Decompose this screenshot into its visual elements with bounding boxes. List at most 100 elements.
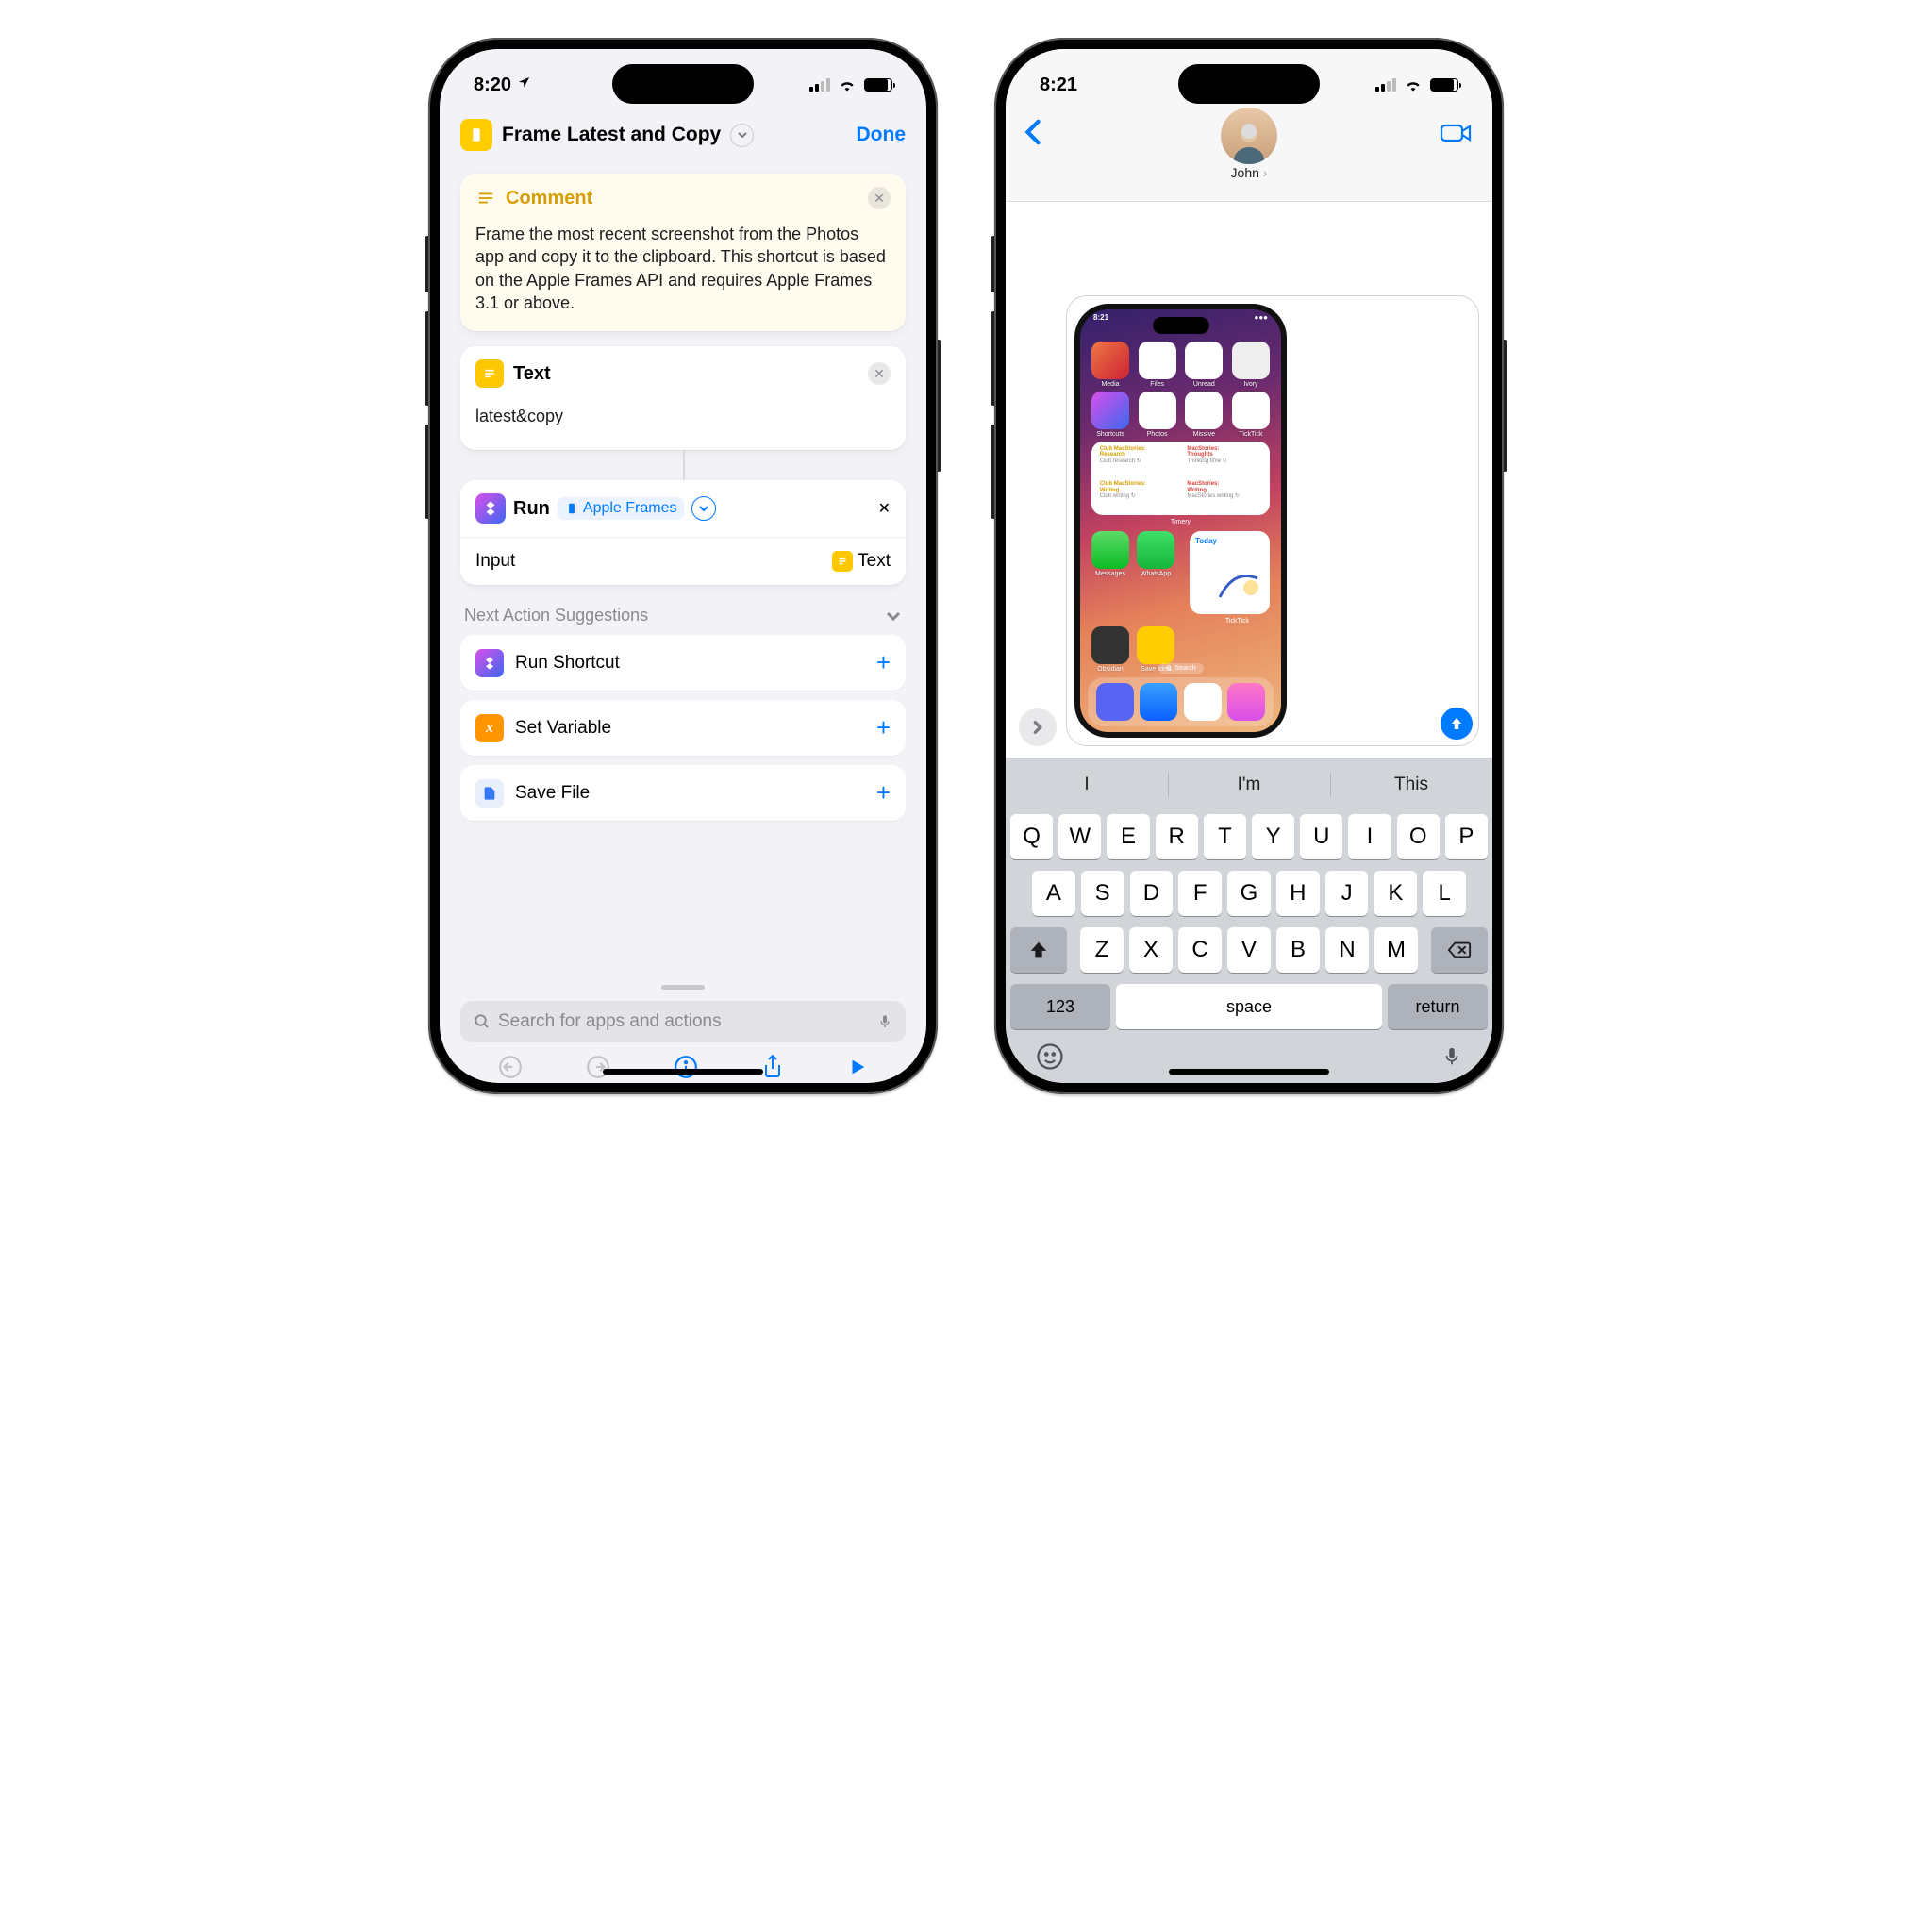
compose-field[interactable]: 8:21●●● MediaFilesUnreadIvory ShortcutsP…	[1066, 295, 1479, 746]
quicktype-bar[interactable]: I I'm This	[1006, 761, 1492, 808]
key-k[interactable]: K	[1374, 871, 1417, 916]
run-shortcut-action[interactable]: Run Apple Frames ✕ Input	[460, 480, 906, 585]
expand-action-button[interactable]	[691, 496, 716, 521]
search-icon	[474, 1013, 491, 1030]
app-media: Media	[1091, 342, 1129, 388]
add-suggestion-button[interactable]: +	[876, 778, 891, 808]
text-action[interactable]: Text ✕ latest&copy	[460, 346, 906, 450]
shortcut-actions-list[interactable]: Comment ✕ Frame the most recent screensh…	[440, 162, 926, 975]
shift-key[interactable]	[1010, 927, 1067, 973]
back-button[interactable]	[1024, 111, 1041, 153]
facetime-button[interactable]	[1440, 111, 1474, 150]
suggestion-save-file[interactable]: Save File +	[460, 765, 906, 821]
key-g[interactable]: G	[1227, 871, 1271, 916]
run-button[interactable]	[847, 1056, 868, 1083]
backspace-key[interactable]	[1431, 927, 1488, 973]
key-e[interactable]: E	[1107, 814, 1149, 859]
suggestion-set-variable[interactable]: x Set Variable +	[460, 700, 906, 756]
prediction[interactable]: This	[1330, 761, 1492, 808]
suggestion-label: Run Shortcut	[515, 653, 620, 674]
keyboard[interactable]: I I'm This QWERTYUIOP ASDFGHJKL ZXCVBNM …	[1006, 758, 1492, 1083]
app-obsidian: Obsidian	[1091, 626, 1129, 673]
prediction[interactable]: I'm	[1168, 761, 1330, 808]
key-c[interactable]: C	[1178, 927, 1222, 973]
text-header: Text	[513, 363, 551, 385]
shortcut-title[interactable]: Frame Latest and Copy	[502, 124, 721, 146]
prediction[interactable]: I	[1006, 761, 1168, 808]
phone-left: 8:20 Frame Latest and Copy Done	[428, 38, 938, 1094]
sheet-handle[interactable]	[661, 985, 705, 990]
apps-drawer-button[interactable]	[1019, 708, 1057, 746]
key-l[interactable]: L	[1423, 871, 1466, 916]
dynamic-island	[612, 64, 754, 104]
suggestion-label: Save File	[515, 783, 590, 804]
key-t[interactable]: T	[1204, 814, 1246, 859]
add-suggestion-button[interactable]: +	[876, 648, 891, 677]
home-indicator[interactable]	[1169, 1069, 1329, 1075]
comment-body: Frame the most recent screenshot from th…	[460, 223, 906, 331]
app-messages: Messages	[1091, 531, 1129, 614]
input-label: Input	[475, 551, 515, 572]
editor-toolbar	[440, 1042, 926, 1083]
key-u[interactable]: U	[1300, 814, 1342, 859]
share-button[interactable]	[761, 1054, 784, 1084]
key-p[interactable]: P	[1445, 814, 1488, 859]
return-key[interactable]: return	[1388, 984, 1488, 1029]
suggestion-run-shortcut[interactable]: Run Shortcut +	[460, 635, 906, 691]
contact-header[interactable]: John	[1221, 108, 1277, 180]
key-v[interactable]: V	[1227, 927, 1271, 973]
key-b[interactable]: B	[1276, 927, 1320, 973]
space-key[interactable]: space	[1116, 984, 1382, 1029]
key-o[interactable]: O	[1397, 814, 1440, 859]
key-w[interactable]: W	[1058, 814, 1101, 859]
mic-icon[interactable]	[877, 1012, 892, 1031]
key-i[interactable]: I	[1348, 814, 1391, 859]
delete-action-button[interactable]: ✕	[868, 362, 891, 385]
undo-button[interactable]	[498, 1055, 523, 1084]
app-missive: Missive	[1185, 392, 1223, 438]
key-d[interactable]: D	[1130, 871, 1174, 916]
run-shortcut-parameter[interactable]: Apple Frames	[558, 497, 685, 520]
text-icon	[832, 551, 853, 572]
key-y[interactable]: Y	[1252, 814, 1294, 859]
numbers-key[interactable]: 123	[1010, 984, 1110, 1029]
done-button[interactable]: Done	[857, 124, 907, 146]
status-time: 8:20	[474, 75, 511, 95]
shortcuts-icon	[475, 649, 504, 677]
framed-screenshot: 8:21●●● MediaFilesUnreadIvory ShortcutsP…	[1074, 304, 1287, 738]
key-n[interactable]: N	[1325, 927, 1369, 973]
text-value[interactable]: latest&copy	[460, 401, 906, 450]
add-suggestion-button[interactable]: +	[876, 713, 891, 742]
key-f[interactable]: F	[1178, 871, 1222, 916]
input-value[interactable]: Text	[832, 551, 891, 572]
suggestion-label: Set Variable	[515, 718, 611, 739]
delete-action-button[interactable]: ✕	[868, 187, 891, 209]
key-z[interactable]: Z	[1080, 927, 1124, 973]
send-button[interactable]	[1441, 708, 1473, 740]
pasted-image-attachment[interactable]: 8:21●●● MediaFilesUnreadIvory ShortcutsP…	[1074, 304, 1287, 738]
file-icon	[475, 779, 504, 808]
title-menu-button[interactable]	[730, 124, 754, 147]
key-j[interactable]: J	[1325, 871, 1369, 916]
key-h[interactable]: H	[1276, 871, 1320, 916]
home-indicator[interactable]	[603, 1069, 763, 1075]
emoji-button[interactable]	[1036, 1042, 1064, 1071]
messages-nav: John	[1006, 108, 1492, 202]
key-q[interactable]: Q	[1010, 814, 1053, 859]
key-r[interactable]: R	[1156, 814, 1198, 859]
chevron-down-icon	[885, 608, 902, 625]
dictation-button[interactable]	[1441, 1042, 1462, 1071]
signal-icon	[1375, 78, 1396, 92]
key-a[interactable]: A	[1032, 871, 1075, 916]
message-input-area: 8:21●●● MediaFilesUnreadIvory ShortcutsP…	[1006, 202, 1492, 758]
action-connector	[460, 465, 906, 480]
key-s[interactable]: S	[1081, 871, 1124, 916]
key-x[interactable]: X	[1129, 927, 1173, 973]
key-m[interactable]: M	[1374, 927, 1418, 973]
comment-action[interactable]: Comment ✕ Frame the most recent screensh…	[460, 174, 906, 331]
delete-action-button[interactable]: ✕	[878, 499, 891, 518]
suggestions-header[interactable]: Next Action Suggestions	[460, 600, 906, 635]
search-input[interactable]: Search for apps and actions	[460, 1001, 906, 1042]
run-label: Run	[513, 498, 550, 520]
contact-avatar	[1221, 108, 1277, 164]
